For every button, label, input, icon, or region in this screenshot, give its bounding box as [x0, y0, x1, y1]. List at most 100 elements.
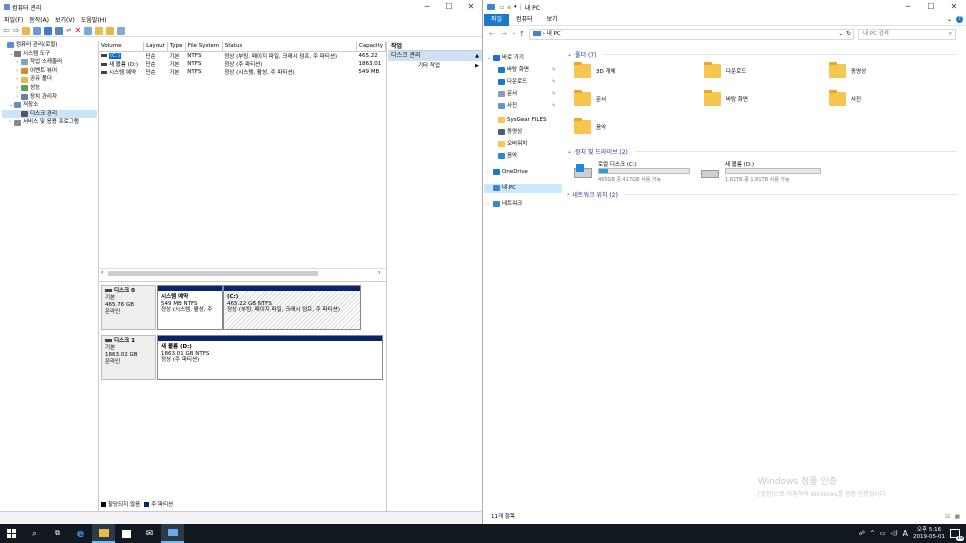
folder-up-icon[interactable]: [22, 26, 31, 35]
drives-group-header[interactable]: ⌄ 장치 및 드라이브 (2): [567, 147, 957, 156]
nav-item[interactable]: 사진 ✎: [484, 102, 562, 111]
drive-d[interactable]: 새 볼륨 (D:) 1.81TB 중 1.81TB 사용 가능: [701, 160, 826, 186]
back-icon[interactable]: ←: [489, 30, 495, 38]
nav-item[interactable]: SysGear FILES: [484, 116, 562, 125]
check-icon[interactable]: [84, 26, 93, 35]
actions-more[interactable]: 기타 작업 ▶: [388, 61, 482, 71]
table-row[interactable]: (C:) 단순 기본 NTFS 정상 (부팅, 페이지 파일, 크래시 덤프, 주 파티…: [99, 51, 386, 60]
volume-icon[interactable]: ◁): [891, 530, 898, 537]
tray-expand-icon[interactable]: ^: [870, 530, 875, 537]
scroll-thumb[interactable]: [108, 271, 318, 276]
dropdown-icon[interactable]: ▾: [514, 4, 517, 10]
tree-item[interactable]: › 서비스 및 응용 프로그램: [2, 118, 97, 127]
menu-action[interactable]: 동작(A): [29, 15, 49, 24]
pin-icon[interactable]: ✎: [552, 102, 556, 111]
pin-icon[interactable]: ✎: [552, 90, 556, 99]
search-icon[interactable]: [95, 26, 104, 35]
folder-tile[interactable]: 3D 개체: [574, 62, 616, 78]
save-icon[interactable]: ▫: [500, 4, 504, 11]
close-button[interactable]: ✕: [458, 0, 482, 14]
nav-item[interactable]: › 내 PC: [484, 184, 562, 193]
nav-item[interactable]: 문서 ✎: [484, 90, 562, 99]
col-capacity[interactable]: Capacity: [356, 42, 386, 52]
clock[interactable]: 오후 5:16 2019-05-01: [913, 527, 945, 541]
folder-tile[interactable]: 문서: [574, 90, 606, 106]
folder-tile[interactable]: 사진: [829, 90, 861, 106]
tree-item[interactable]: ⌄ 시스템 도구: [2, 50, 97, 59]
tab-view[interactable]: 보기: [540, 14, 565, 26]
tree-item[interactable]: › 공유 폴더: [2, 75, 97, 84]
partition-system-reserved[interactable]: 시스템 예약 549 MB NTFS 정상 (시스템, 활성, 주: [157, 285, 223, 330]
view-icon[interactable]: [55, 26, 64, 35]
folder-quick-icon[interactable]: ▪: [507, 4, 511, 11]
folder-tile[interactable]: 다운로드: [704, 62, 746, 78]
tree-item[interactable]: › 성능: [2, 84, 97, 93]
partition-d[interactable]: 새 볼륨 (D:) 1863.01 GB NTFS 정상 (주 파티션): [157, 335, 383, 380]
taskbar-computer-management[interactable]: [92, 524, 115, 543]
horizontal-scrollbar[interactable]: ‹ ›: [99, 268, 386, 277]
col-type[interactable]: Type: [167, 42, 186, 52]
address-bar[interactable]: › 내 PC ⌄ ↻: [529, 29, 854, 40]
col-status[interactable]: Status: [222, 42, 357, 52]
search-button[interactable]: ⌕: [23, 524, 46, 543]
delete-icon[interactable]: ✕: [74, 26, 81, 35]
search-icon[interactable]: ⌕: [949, 30, 952, 39]
back-icon[interactable]: ⇦: [3, 26, 10, 35]
pin-icon[interactable]: ✎: [552, 66, 556, 75]
menu-file[interactable]: 파일(F): [4, 15, 23, 24]
open-icon[interactable]: [106, 26, 115, 35]
taskbar-store[interactable]: [115, 524, 138, 543]
ime-indicator[interactable]: A: [903, 529, 908, 538]
tree-item[interactable]: 컴퓨터 관리(로컬): [2, 41, 97, 50]
disk1-label[interactable]: 디스크 1 기본 1863.02 GB 온라인: [101, 335, 156, 380]
nav-item[interactable]: 바탕 화면 ✎: [484, 66, 562, 75]
up-icon[interactable]: ↑: [519, 30, 525, 38]
ribbon-expand-icon[interactable]: ⌄: [947, 16, 952, 23]
recent-dropdown-icon[interactable]: ⌄: [512, 30, 516, 36]
nav-item[interactable]: 다운로드 ✎: [484, 78, 562, 87]
folders-group-header[interactable]: ⌄ 폴더 (7): [567, 50, 957, 59]
taskbar-edge[interactable]: e: [69, 524, 92, 543]
disk0-label[interactable]: 디스크 0 기본 465.76 GB 온라인: [101, 285, 156, 330]
tab-file[interactable]: 파일: [484, 14, 510, 26]
actions-disk-management[interactable]: 디스크 관리 ▲: [388, 51, 482, 61]
address-dropdown-icon[interactable]: ⌄: [838, 30, 843, 39]
task-view-button[interactable]: ⧉: [46, 524, 69, 543]
table-row[interactable]: 시스템 예약 단순 기본 NTFS 정상 (시스템, 활성, 주 파티션) 549 MB: [99, 68, 386, 76]
menu-help[interactable]: 도움말(H): [81, 15, 107, 24]
nav-item[interactable]: 오버워치: [484, 140, 562, 149]
taskbar-explorer[interactable]: [161, 524, 184, 543]
start-button[interactable]: [0, 524, 23, 543]
col-filesystem[interactable]: File System: [185, 42, 223, 52]
col-volume[interactable]: Volume: [99, 42, 145, 52]
nav-item[interactable]: 음악: [484, 152, 562, 161]
people-icon[interactable]: ☍: [859, 530, 865, 537]
properties-icon[interactable]: [33, 26, 42, 35]
scroll-right-icon[interactable]: ›: [378, 269, 380, 276]
folder-tile[interactable]: 음악: [574, 118, 606, 134]
connect-icon[interactable]: ⇌: [66, 27, 71, 34]
tree-item[interactable]: › 장치 관리자: [2, 93, 97, 102]
nav-item[interactable]: 동영상: [484, 128, 562, 137]
tree-item[interactable]: › 이벤트 뷰어: [2, 67, 97, 76]
network-icon[interactable]: ▭: [880, 530, 886, 537]
close-button[interactable]: ✕: [941, 0, 966, 14]
help-icon[interactable]: [44, 26, 53, 35]
menu-view[interactable]: 보기(V): [55, 15, 75, 24]
search-box[interactable]: 내 PC 검색 ⌕: [858, 29, 956, 40]
drive-c[interactable]: 로컬 디스크 (C:) 465GB 중 417GB 사용 가능: [574, 160, 694, 186]
network-group-header[interactable]: › 네트워크 위치 (2): [567, 190, 957, 199]
refresh-icon[interactable]: ↻: [846, 30, 851, 39]
taskbar-mail[interactable]: ✉: [138, 524, 161, 543]
table-row[interactable]: 새 볼륨 (D:) 단순 기본 NTFS 정상 (주 파티션) 1863.01: [99, 60, 386, 68]
forward-icon[interactable]: ⇨: [13, 26, 20, 35]
forward-icon[interactable]: →: [501, 30, 507, 38]
scroll-left-icon[interactable]: ‹: [101, 269, 103, 276]
tab-computer[interactable]: 컴퓨터: [509, 14, 540, 26]
help-icon[interactable]: ?: [956, 16, 963, 23]
tree-item[interactable]: 디스크 관리: [2, 109, 97, 119]
nav-item[interactable]: › OneDrive: [484, 168, 562, 177]
list-icon[interactable]: [117, 26, 126, 35]
partition-c[interactable]: (C:) 465.22 GB NTFS 정상 (부팅, 페이지 파일, 크래시 …: [223, 285, 361, 330]
collapse-up-icon[interactable]: ▲: [475, 51, 479, 61]
